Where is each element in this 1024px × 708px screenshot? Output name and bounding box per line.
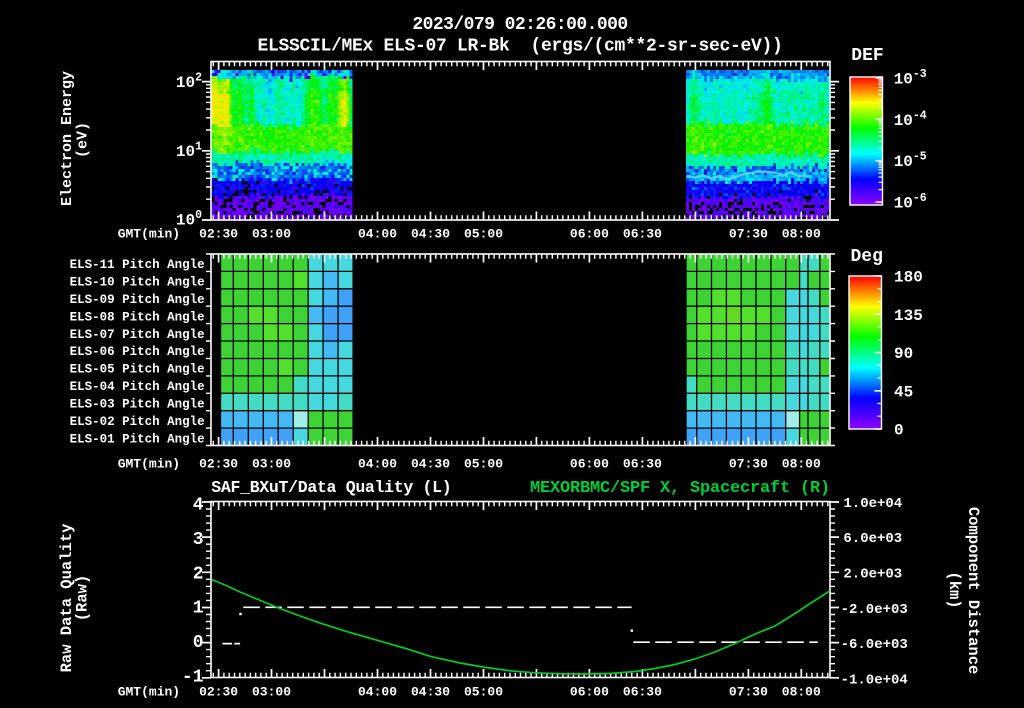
svg-text:GMT(min): GMT(min) (118, 684, 180, 699)
svg-text:1.0e+04: 1.0e+04 (843, 496, 902, 512)
svg-text:-6.0e+03: -6.0e+03 (841, 637, 908, 653)
svg-text:ELSSCIL/MEx ELS-07 LR-Bk (erg: ELSSCIL/MEx ELS-07 LR-Bk (ergs/(cm**2-sr… (257, 37, 782, 57)
svg-text:1: 1 (193, 599, 204, 619)
svg-text:08:00: 08:00 (782, 226, 821, 241)
svg-text:3: 3 (193, 530, 204, 550)
svg-text:ELS-04 Pitch Angle: ELS-04 Pitch Angle (70, 380, 205, 394)
svg-text:06:00: 06:00 (570, 684, 609, 699)
svg-text:0: 0 (894, 422, 904, 440)
svg-text:(Raw): (Raw) (74, 575, 92, 622)
svg-text:05:00: 05:00 (464, 456, 503, 471)
svg-text:07:30: 07:30 (729, 684, 768, 699)
svg-text:04:30: 04:30 (411, 684, 450, 699)
svg-text:06:00: 06:00 (570, 456, 609, 471)
svg-text:ELS-11 Pitch Angle: ELS-11 Pitch Angle (70, 258, 205, 272)
svg-text:-1.0e+04: -1.0e+04 (841, 672, 908, 688)
svg-text:ELS-10 Pitch Angle: ELS-10 Pitch Angle (70, 276, 205, 290)
svg-text:(eV): (eV) (75, 122, 92, 158)
svg-text:-2.0e+03: -2.0e+03 (841, 602, 908, 618)
svg-text:Deg: Deg (851, 247, 883, 267)
svg-text:06:00: 06:00 (570, 226, 609, 241)
svg-text:GMT(min): GMT(min) (118, 226, 180, 241)
svg-text:06:30: 06:30 (623, 226, 662, 241)
svg-text:08:00: 08:00 (782, 456, 821, 471)
svg-text:Component Distance: Component Distance (964, 507, 982, 674)
svg-text:08:00: 08:00 (782, 684, 821, 699)
svg-text:ELS-02 Pitch Angle: ELS-02 Pitch Angle (70, 415, 205, 429)
svg-text:6.0e+03: 6.0e+03 (843, 531, 902, 547)
svg-text:SAF_BXuT/Data Quality (L): SAF_BXuT/Data Quality (L) (211, 478, 451, 497)
svg-text:0: 0 (193, 633, 204, 653)
svg-text:-1: -1 (182, 668, 204, 688)
svg-text:ELS-09 Pitch Angle: ELS-09 Pitch Angle (70, 293, 205, 307)
svg-text:05:00: 05:00 (464, 684, 503, 699)
svg-text:45: 45 (894, 383, 913, 401)
svg-text:02:30: 02:30 (199, 226, 238, 241)
svg-text:03:00: 03:00 (252, 226, 291, 241)
svg-text:04:00: 04:00 (358, 226, 397, 241)
svg-text:90: 90 (894, 345, 913, 363)
svg-text:ELS-07 Pitch Angle: ELS-07 Pitch Angle (70, 328, 205, 342)
svg-text:DEF: DEF (851, 46, 883, 66)
svg-text:06:30: 06:30 (623, 456, 662, 471)
svg-text:2: 2 (193, 564, 204, 584)
svg-text:04:30: 04:30 (411, 226, 450, 241)
svg-text:04:00: 04:00 (358, 456, 397, 471)
svg-text:(km): (km) (945, 571, 963, 608)
svg-text:07:30: 07:30 (729, 456, 768, 471)
svg-text:MEXORBMC/SPF X, Spacecraft (R): MEXORBMC/SPF X, Spacecraft (R) (530, 479, 830, 498)
svg-text:06:30: 06:30 (623, 684, 662, 699)
svg-text:07:30: 07:30 (729, 226, 768, 241)
svg-text:Electron Energy: Electron Energy (59, 71, 76, 206)
svg-text:03:00: 03:00 (252, 456, 291, 471)
svg-text:135: 135 (894, 307, 923, 325)
svg-text:ELS-03 Pitch Angle: ELS-03 Pitch Angle (70, 398, 205, 412)
svg-text:05:00: 05:00 (464, 226, 503, 241)
svg-text:2.0e+03: 2.0e+03 (843, 567, 902, 583)
svg-text:4: 4 (193, 496, 204, 516)
svg-text:ELS-05 Pitch Angle: ELS-05 Pitch Angle (70, 363, 205, 377)
svg-text:180: 180 (894, 269, 923, 287)
svg-text:2023/079 02:26:00.000: 2023/079 02:26:00.000 (412, 15, 627, 35)
svg-text:04:00: 04:00 (358, 684, 397, 699)
svg-text:03:00: 03:00 (252, 684, 291, 699)
svg-text:02:30: 02:30 (199, 456, 238, 471)
svg-text:GMT(min): GMT(min) (118, 456, 180, 471)
svg-text:ELS-08 Pitch Angle: ELS-08 Pitch Angle (70, 310, 205, 324)
svg-text:ELS-06 Pitch Angle: ELS-06 Pitch Angle (70, 345, 205, 359)
svg-text:ELS-01 Pitch Angle: ELS-01 Pitch Angle (70, 432, 205, 446)
svg-text:02:30: 02:30 (199, 684, 238, 699)
svg-text:04:30: 04:30 (411, 456, 450, 471)
